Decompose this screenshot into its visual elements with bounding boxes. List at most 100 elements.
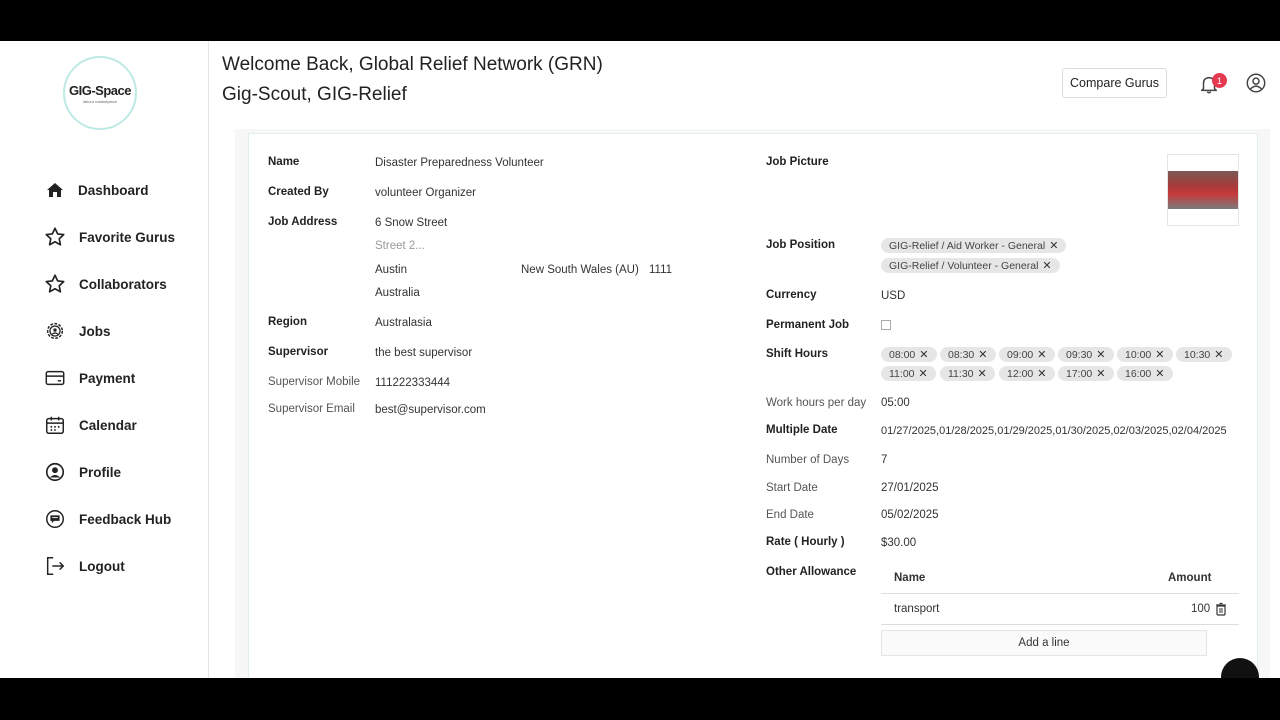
job-picture[interactable] <box>1167 154 1239 226</box>
compare-gurus-button[interactable]: Compare Gurus <box>1062 68 1167 98</box>
sidebar-item-favorite-gurus[interactable]: Favorite Gurus <box>44 224 175 250</box>
card-icon <box>44 367 66 389</box>
created-by-label: Created By <box>268 186 329 198</box>
remove-tag-icon[interactable]: ✕ <box>1042 259 1051 272</box>
page-subtitle: Gig-Scout, GIG-Relief <box>222 84 407 105</box>
work-hours-field[interactable]: 05:00 <box>881 397 910 409</box>
sidebar-item-feedback-hub[interactable]: Feedback Hub <box>44 506 171 532</box>
shift-hours-label: Shift Hours <box>766 348 828 360</box>
chat-icon <box>44 508 66 530</box>
shift-tag-label: 11:30 <box>948 367 974 380</box>
start-date-label: Start Date <box>766 482 818 494</box>
shift-tag: 11:00 ✕ <box>881 366 936 381</box>
remove-tag-icon[interactable]: ✕ <box>1037 348 1046 361</box>
sidebar-item-dashboard[interactable]: Dashboard <box>44 177 149 203</box>
currency-field[interactable]: USD <box>881 290 905 302</box>
remove-tag-icon[interactable]: ✕ <box>1096 367 1105 380</box>
sidebar-item-jobs[interactable]: Jobs <box>44 318 111 344</box>
remove-tag-icon[interactable]: ✕ <box>1037 367 1046 380</box>
created-by-field[interactable]: volunteer Organizer <box>375 187 476 199</box>
supervisor-email-field[interactable]: best@supervisor.com <box>375 404 486 416</box>
sidebar-item-label: Calendar <box>79 417 137 433</box>
region-label: Region <box>268 316 307 328</box>
end-date-field[interactable]: 05/02/2025 <box>881 509 939 521</box>
home-icon <box>44 179 66 201</box>
remove-tag-icon[interactable]: ✕ <box>1096 348 1105 361</box>
supervisor-email-label: Supervisor Email <box>268 403 355 415</box>
app-logo[interactable]: GIG-Space labour marketplace <box>63 56 137 130</box>
gear-icon <box>44 320 66 342</box>
rate-label: Rate ( Hourly ) <box>766 536 845 548</box>
other-allowance-label: Other Allowance <box>766 566 857 578</box>
state-field[interactable]: New South Wales (AU) <box>521 264 639 276</box>
shift-tag-label: 08:30 <box>948 348 975 361</box>
remove-tag-icon[interactable]: ✕ <box>919 348 928 361</box>
user-avatar-icon[interactable] <box>1245 72 1267 94</box>
sidebar-item-label: Jobs <box>79 323 111 339</box>
supervisor-field[interactable]: the best supervisor <box>375 347 472 359</box>
sidebar-item-calendar[interactable]: Calendar <box>44 412 137 438</box>
zip-field[interactable]: 1111 <box>649 264 672 276</box>
shift-tag: 08:00 ✕ <box>881 347 937 362</box>
shift-tag-label: 09:30 <box>1066 348 1093 361</box>
app-screen: GIG-Space labour marketplace Dashboard F… <box>0 41 1280 678</box>
remove-tag-icon[interactable]: ✕ <box>1155 367 1164 380</box>
shift-tag-label: 08:00 <box>889 348 916 361</box>
work-hours-label: Work hours per day <box>766 397 867 409</box>
shift-tag: 09:00 ✕ <box>999 347 1055 362</box>
permanent-job-label: Permanent Job <box>766 319 850 331</box>
street-field[interactable]: 6 Snow Street <box>375 217 447 229</box>
permanent-job-checkbox[interactable] <box>881 320 891 330</box>
sidebar-item-profile[interactable]: Profile <box>44 459 121 485</box>
add-line-button[interactable]: Add a line <box>881 630 1207 656</box>
shift-tag: 10:00 ✕ <box>1117 347 1173 362</box>
shift-tag: 09:30 ✕ <box>1058 347 1114 362</box>
table-divider <box>881 593 1239 594</box>
remove-tag-icon[interactable]: ✕ <box>1049 239 1058 252</box>
rate-field[interactable]: $30.00 <box>881 537 916 549</box>
sidebar-item-label: Dashboard <box>78 182 149 198</box>
supervisor-label: Supervisor <box>268 346 329 358</box>
logout-icon <box>44 555 66 577</box>
number-of-days-field[interactable]: 7 <box>881 454 887 466</box>
shift-tag: 08:30 ✕ <box>940 347 996 362</box>
logo-subtitle: labour marketplace <box>82 98 118 104</box>
street2-field[interactable]: Street 2... <box>375 240 425 252</box>
name-label: Name <box>268 156 300 168</box>
remove-tag-icon[interactable]: ✕ <box>978 367 987 380</box>
sidebar-item-logout[interactable]: Logout <box>44 553 125 579</box>
multiple-date-field[interactable]: 01/27/2025,01/28/2025,01/29/2025,01/30/2… <box>881 425 1227 437</box>
start-date-field[interactable]: 27/01/2025 <box>881 482 939 494</box>
remove-tag-icon[interactable]: ✕ <box>1214 348 1223 361</box>
job-detail-card: Name Disaster Preparedness Volunteer Cre… <box>248 133 1258 678</box>
sidebar-item-label: Payment <box>79 370 136 386</box>
remove-tag-icon[interactable]: ✕ <box>978 348 987 361</box>
remove-tag-icon[interactable]: ✕ <box>1155 348 1164 361</box>
shift-tag-label: 11:00 <box>889 367 915 380</box>
sidebar-item-label: Profile <box>79 464 122 480</box>
country-field[interactable]: Australia <box>375 287 420 299</box>
sidebar-item-label: Logout <box>79 558 125 574</box>
allowance-name-cell[interactable]: transport <box>894 603 939 615</box>
shift-tag-label: 12:00 <box>1007 367 1034 380</box>
city-field[interactable]: Austin <box>375 264 407 276</box>
sidebar-item-payment[interactable]: Payment <box>44 365 135 391</box>
sidebar-item-label: Collaborators <box>79 276 167 292</box>
job-picture-label: Job Picture <box>766 156 829 168</box>
logo-text: GIG-Space <box>69 82 131 98</box>
region-field[interactable]: Australasia <box>375 317 432 329</box>
position-tag: GIG-Relief / Aid Worker - General ✕ <box>881 238 1067 253</box>
sidebar-item-collaborators[interactable]: Collaborators <box>44 271 167 297</box>
sidebar-item-label: Feedback Hub <box>79 511 172 527</box>
shift-tag: 17:00 ✕ <box>1058 366 1114 381</box>
remove-tag-icon[interactable]: ✕ <box>919 367 928 380</box>
shift-tag-label: 09:00 <box>1007 348 1034 361</box>
supervisor-mobile-field[interactable]: 111222333444 <box>375 377 450 389</box>
multiple-date-label: Multiple Date <box>766 424 838 436</box>
trash-icon[interactable] <box>1215 602 1227 616</box>
job-position-label: Job Position <box>766 239 835 251</box>
sidebar: GIG-Space labour marketplace Dashboard F… <box>0 41 209 678</box>
allowance-amount-cell[interactable]: 100 <box>1191 603 1210 615</box>
name-field[interactable]: Disaster Preparedness Volunteer <box>375 157 544 169</box>
position-tag: GIG-Relief / Volunteer - General ✕ <box>881 258 1060 273</box>
